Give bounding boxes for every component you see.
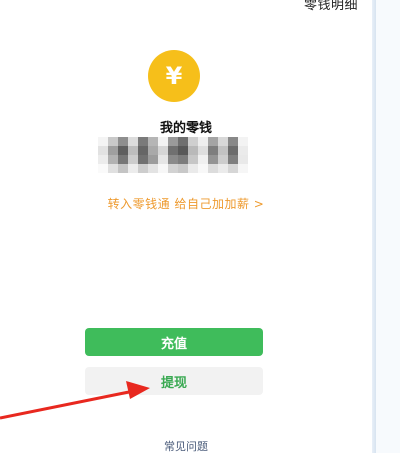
mosaic-block [198,146,208,155]
faq-link[interactable]: 常见问题 [0,438,372,453]
mosaic-block [178,164,188,173]
withdraw-button[interactable]: 提现 [85,367,263,395]
mosaic-block [208,155,218,164]
mosaic-block [218,146,228,155]
mosaic-block [218,137,228,146]
annotation-arrow-shaft [0,389,135,420]
transfer-to-lingqiantong-link[interactable]: 转入零钱通 给自己加加薪 > [0,195,372,212]
yuan-coin-icon: ¥ [148,50,200,102]
mosaic-block [198,155,208,164]
mosaic-block [198,137,208,146]
mosaic-block [158,164,168,173]
mosaic-block [168,137,178,146]
mosaic-block [208,164,218,173]
mosaic-block [168,164,178,173]
mosaic-block [108,164,118,173]
mosaic-block [218,155,228,164]
mosaic-block [148,137,158,146]
mosaic-block [168,155,178,164]
mosaic-block [108,137,118,146]
mosaic-block [168,146,178,155]
mosaic-block [178,146,188,155]
balance-detail-link[interactable]: 零钱明细 [304,0,358,13]
mosaic-block [178,155,188,164]
wallet-page: 零钱明细 ¥ 我的零钱 转入零钱通 给自己加加薪 > 充值 提现 常见问题 [0,0,400,453]
mosaic-block [198,164,208,173]
mosaic-block [148,164,158,173]
mosaic-block [228,155,238,164]
mosaic-block [98,146,108,155]
wallet-title: 我的零钱 [159,121,212,136]
mosaic-block [128,164,138,173]
mosaic-block [158,155,168,164]
mosaic-block [138,137,148,146]
mosaic-block [128,146,138,155]
mosaic-block [238,146,248,155]
mosaic-block [208,137,218,146]
mosaic-block [188,164,198,173]
mosaic-block [238,164,248,173]
mosaic-block [228,164,238,173]
yuan-glyph: ¥ [165,62,183,90]
mosaic-block [228,137,238,146]
recharge-button[interactable]: 充值 [85,328,263,356]
mosaic-block [118,155,128,164]
mosaic-block [148,155,158,164]
mosaic-block [188,137,198,146]
mosaic-block [208,146,218,155]
mosaic-block [118,146,128,155]
mosaic-block [128,137,138,146]
mosaic-block [118,164,128,173]
mosaic-block [158,146,168,155]
mosaic-block [158,137,168,146]
mosaic-block [108,155,118,164]
side-strip [376,0,400,453]
mosaic-block [228,146,238,155]
mosaic-block [188,155,198,164]
mosaic-block [138,146,148,155]
mosaic-block [178,137,188,146]
mosaic-block [238,137,248,146]
mosaic-block [98,155,108,164]
mosaic-block [128,155,138,164]
mosaic-block [218,164,228,173]
mosaic-block [118,137,128,146]
mosaic-block [148,146,158,155]
mosaic-block [138,155,148,164]
mosaic-block [98,164,108,173]
mosaic-block [188,146,198,155]
mosaic-block [108,146,118,155]
balance-amount-pixelated [98,137,248,173]
mosaic-block [138,164,148,173]
mosaic-block [98,137,108,146]
mosaic-block [238,155,248,164]
